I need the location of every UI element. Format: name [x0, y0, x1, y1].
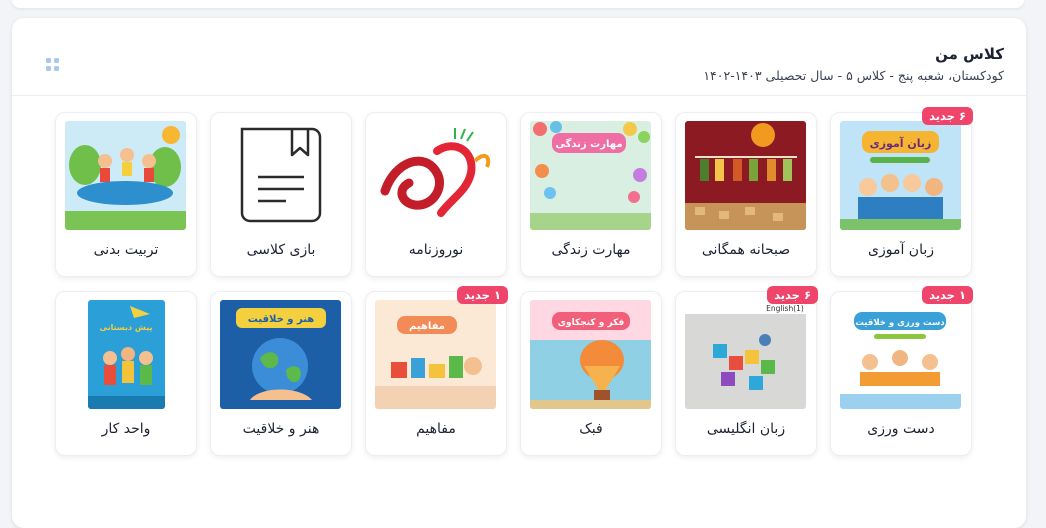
card-header: کلاس من کودکستان، شعبه پنج - کلاس ۵ - سا…: [12, 18, 1026, 96]
cover-title: هنر و خلاقیت: [248, 314, 314, 325]
course-label: مهارت زندگی: [551, 242, 631, 258]
cover-title: زبان آموزی: [870, 136, 932, 150]
course-tile-concepts[interactable]: ۱ جدید مفاهیم مفاهیم: [365, 286, 508, 456]
course-label: مفاهیم: [416, 421, 456, 437]
cover-title: پیش دبستانی: [100, 323, 153, 333]
course-tile-class-games[interactable]: بازی کلاسی: [210, 112, 352, 277]
life-skills-cover: مهارت زندگی: [530, 121, 651, 230]
course-label: هنر و خلاقیت: [242, 421, 320, 437]
course-tile-physical-education[interactable]: تربیت بدنی: [55, 112, 197, 277]
course-label: دست ورزی: [867, 421, 935, 437]
course-tile-handwork[interactable]: ۱ جدید دست ورزی و خلاقیت دست ورزی: [830, 286, 973, 456]
english-cover: English(1): [685, 300, 806, 409]
art-creativity-cover: هنر و خلاقیت: [220, 300, 341, 409]
cover-title: دست ورزی و خلاقیت: [855, 318, 945, 328]
course-label: واحد کار: [101, 421, 151, 437]
course-label: نوروزنامه: [408, 242, 464, 258]
breakfast-cover: [685, 121, 806, 230]
course-label: زبان آموزی: [868, 242, 934, 258]
course-tile-life-skills[interactable]: مهارت زندگی مهارت زندگی: [520, 112, 662, 277]
new-badge: ۶ جدید: [767, 286, 818, 304]
course-tile-nowruz[interactable]: نوروزنامه: [365, 112, 507, 277]
new-badge: ۶ جدید: [922, 107, 973, 125]
course-label: بازی کلاسی: [246, 242, 316, 258]
course-tile-english[interactable]: ۶ جدید English(1) زبان انگلیسی: [675, 286, 818, 456]
language-book-cover: زبان آموزی: [840, 121, 961, 230]
course-tile-work-unit[interactable]: پیش دبستانی واحد کار: [55, 291, 197, 456]
physical-education-cover: [65, 121, 186, 230]
course-tile-fabak[interactable]: فکر و کنجکاوی فبک: [520, 291, 662, 456]
cover-title: English(1): [766, 304, 804, 313]
course-label: فبک: [579, 421, 603, 437]
grid-menu-icon[interactable]: [46, 58, 59, 71]
course-tile-breakfast[interactable]: صبحانه همگانی: [675, 112, 817, 277]
concepts-cover: مفاهیم: [375, 300, 496, 409]
previous-panel-edge: [12, 0, 1024, 8]
cover-title: مهارت زندگی: [555, 137, 622, 150]
course-tile-art[interactable]: هنر و خلاقیت هنر و خلاقیت: [210, 291, 352, 456]
course-label: زبان انگلیسی: [706, 421, 786, 437]
course-grid: ۶ جدید زبان آموزی زبان آموزی صبحانه همگا…: [55, 107, 973, 456]
work-unit-cover: پیش دبستانی: [88, 300, 165, 409]
nowruz-logo: [375, 121, 496, 230]
course-tile-language[interactable]: ۶ جدید زبان آموزی زبان آموزی: [830, 107, 973, 277]
document-icon: [220, 121, 341, 230]
new-badge: ۱ جدید: [457, 286, 508, 304]
page-title: کلاس من: [935, 45, 1004, 63]
course-label: صبحانه همگانی: [701, 242, 791, 258]
course-label: تربیت بدنی: [93, 242, 159, 258]
class-subtitle: کودکستان، شعبه پنج - کلاس ۵ - سال تحصیلی…: [703, 68, 1004, 83]
new-badge: ۱ جدید: [922, 286, 973, 304]
handwork-cover: دست ورزی و خلاقیت: [840, 300, 961, 409]
cover-title: مفاهیم: [409, 321, 445, 332]
cover-title: فکر و کنجکاوی: [558, 318, 625, 328]
fabak-cover: فکر و کنجکاوی: [530, 300, 651, 409]
